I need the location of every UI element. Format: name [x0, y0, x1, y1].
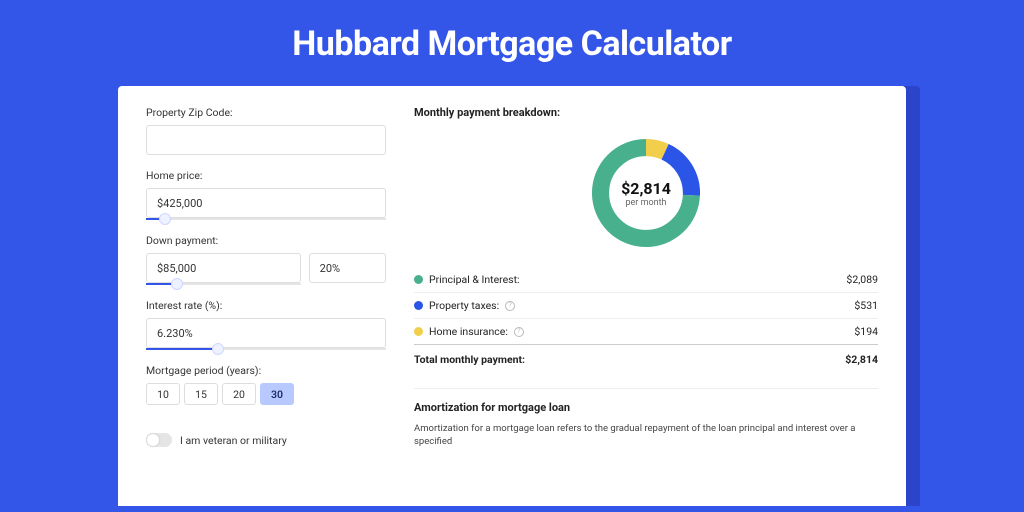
donut-amount: $2,814 [621, 179, 671, 198]
interest-group: Interest rate (%): [146, 299, 386, 350]
legend-dot [414, 275, 423, 284]
breakdown-title: Monthly payment breakdown: [414, 106, 878, 119]
home-price-input[interactable] [146, 188, 386, 218]
breakdown-row: Principal & Interest: $2,089 [414, 267, 878, 292]
slider-thumb[interactable] [159, 213, 171, 225]
total-row: Total monthly payment: $2,814 [414, 344, 878, 372]
form-panel: Property Zip Code: Home price: Down paym… [146, 106, 386, 486]
legend-dot [414, 301, 423, 310]
donut-chart-wrap: $2,814 per month [414, 133, 878, 253]
interest-slider[interactable] [146, 348, 386, 350]
down-payment-amount-input[interactable] [146, 253, 301, 283]
slider-thumb[interactable] [171, 278, 183, 290]
period-option-20[interactable]: 20 [222, 383, 256, 405]
info-icon[interactable]: ? [505, 301, 515, 311]
amortization-title: Amortization for mortgage loan [414, 388, 878, 414]
period-option-30[interactable]: 30 [260, 383, 294, 405]
breakdown-label: Home insurance: [429, 325, 508, 338]
calculator-card: Property Zip Code: Home price: Down paym… [118, 86, 906, 506]
breakdown-value: $531 [854, 299, 878, 312]
donut-center: $2,814 per month [586, 133, 706, 253]
total-value: $2,814 [845, 353, 878, 366]
donut-sub: per month [625, 198, 666, 208]
period-label: Mortgage period (years): [146, 364, 386, 377]
breakdown-value: $194 [854, 325, 878, 338]
breakdown-row: Property taxes:? $531 [414, 292, 878, 318]
down-payment-pct-input[interactable] [309, 253, 386, 283]
zip-label: Property Zip Code: [146, 106, 386, 119]
home-price-slider[interactable] [146, 218, 386, 220]
breakdown-label: Property taxes: [429, 299, 499, 312]
interest-input[interactable] [146, 318, 386, 348]
page-title: Hubbard Mortgage Calculator [0, 0, 1024, 86]
veteran-toggle[interactable] [146, 433, 172, 447]
info-icon[interactable]: ? [514, 327, 524, 337]
period-option-10[interactable]: 10 [146, 383, 180, 405]
veteran-label: I am veteran or military [180, 434, 287, 447]
breakdown-label: Principal & Interest: [429, 273, 520, 286]
total-label: Total monthly payment: [414, 353, 525, 366]
amortization-text: Amortization for a mortgage loan refers … [414, 422, 878, 449]
toggle-knob [147, 434, 159, 446]
slider-thumb[interactable] [212, 343, 224, 355]
breakdown-panel: Monthly payment breakdown: $2,814 per mo… [414, 106, 878, 486]
down-payment-label: Down payment: [146, 234, 386, 247]
breakdown-value: $2,089 [846, 273, 878, 286]
interest-label: Interest rate (%): [146, 299, 386, 312]
period-option-15[interactable]: 15 [184, 383, 218, 405]
legend-dot [414, 327, 423, 336]
down-payment-slider[interactable] [146, 283, 301, 285]
veteran-row: I am veteran or military [146, 433, 386, 447]
down-payment-group: Down payment: [146, 234, 386, 285]
breakdown-row: Home insurance:? $194 [414, 318, 878, 344]
zip-group: Property Zip Code: [146, 106, 386, 155]
home-price-label: Home price: [146, 169, 386, 182]
zip-input[interactable] [146, 125, 386, 155]
donut-chart: $2,814 per month [586, 133, 706, 253]
period-group: Mortgage period (years): 10152030 [146, 364, 386, 405]
home-price-group: Home price: [146, 169, 386, 220]
